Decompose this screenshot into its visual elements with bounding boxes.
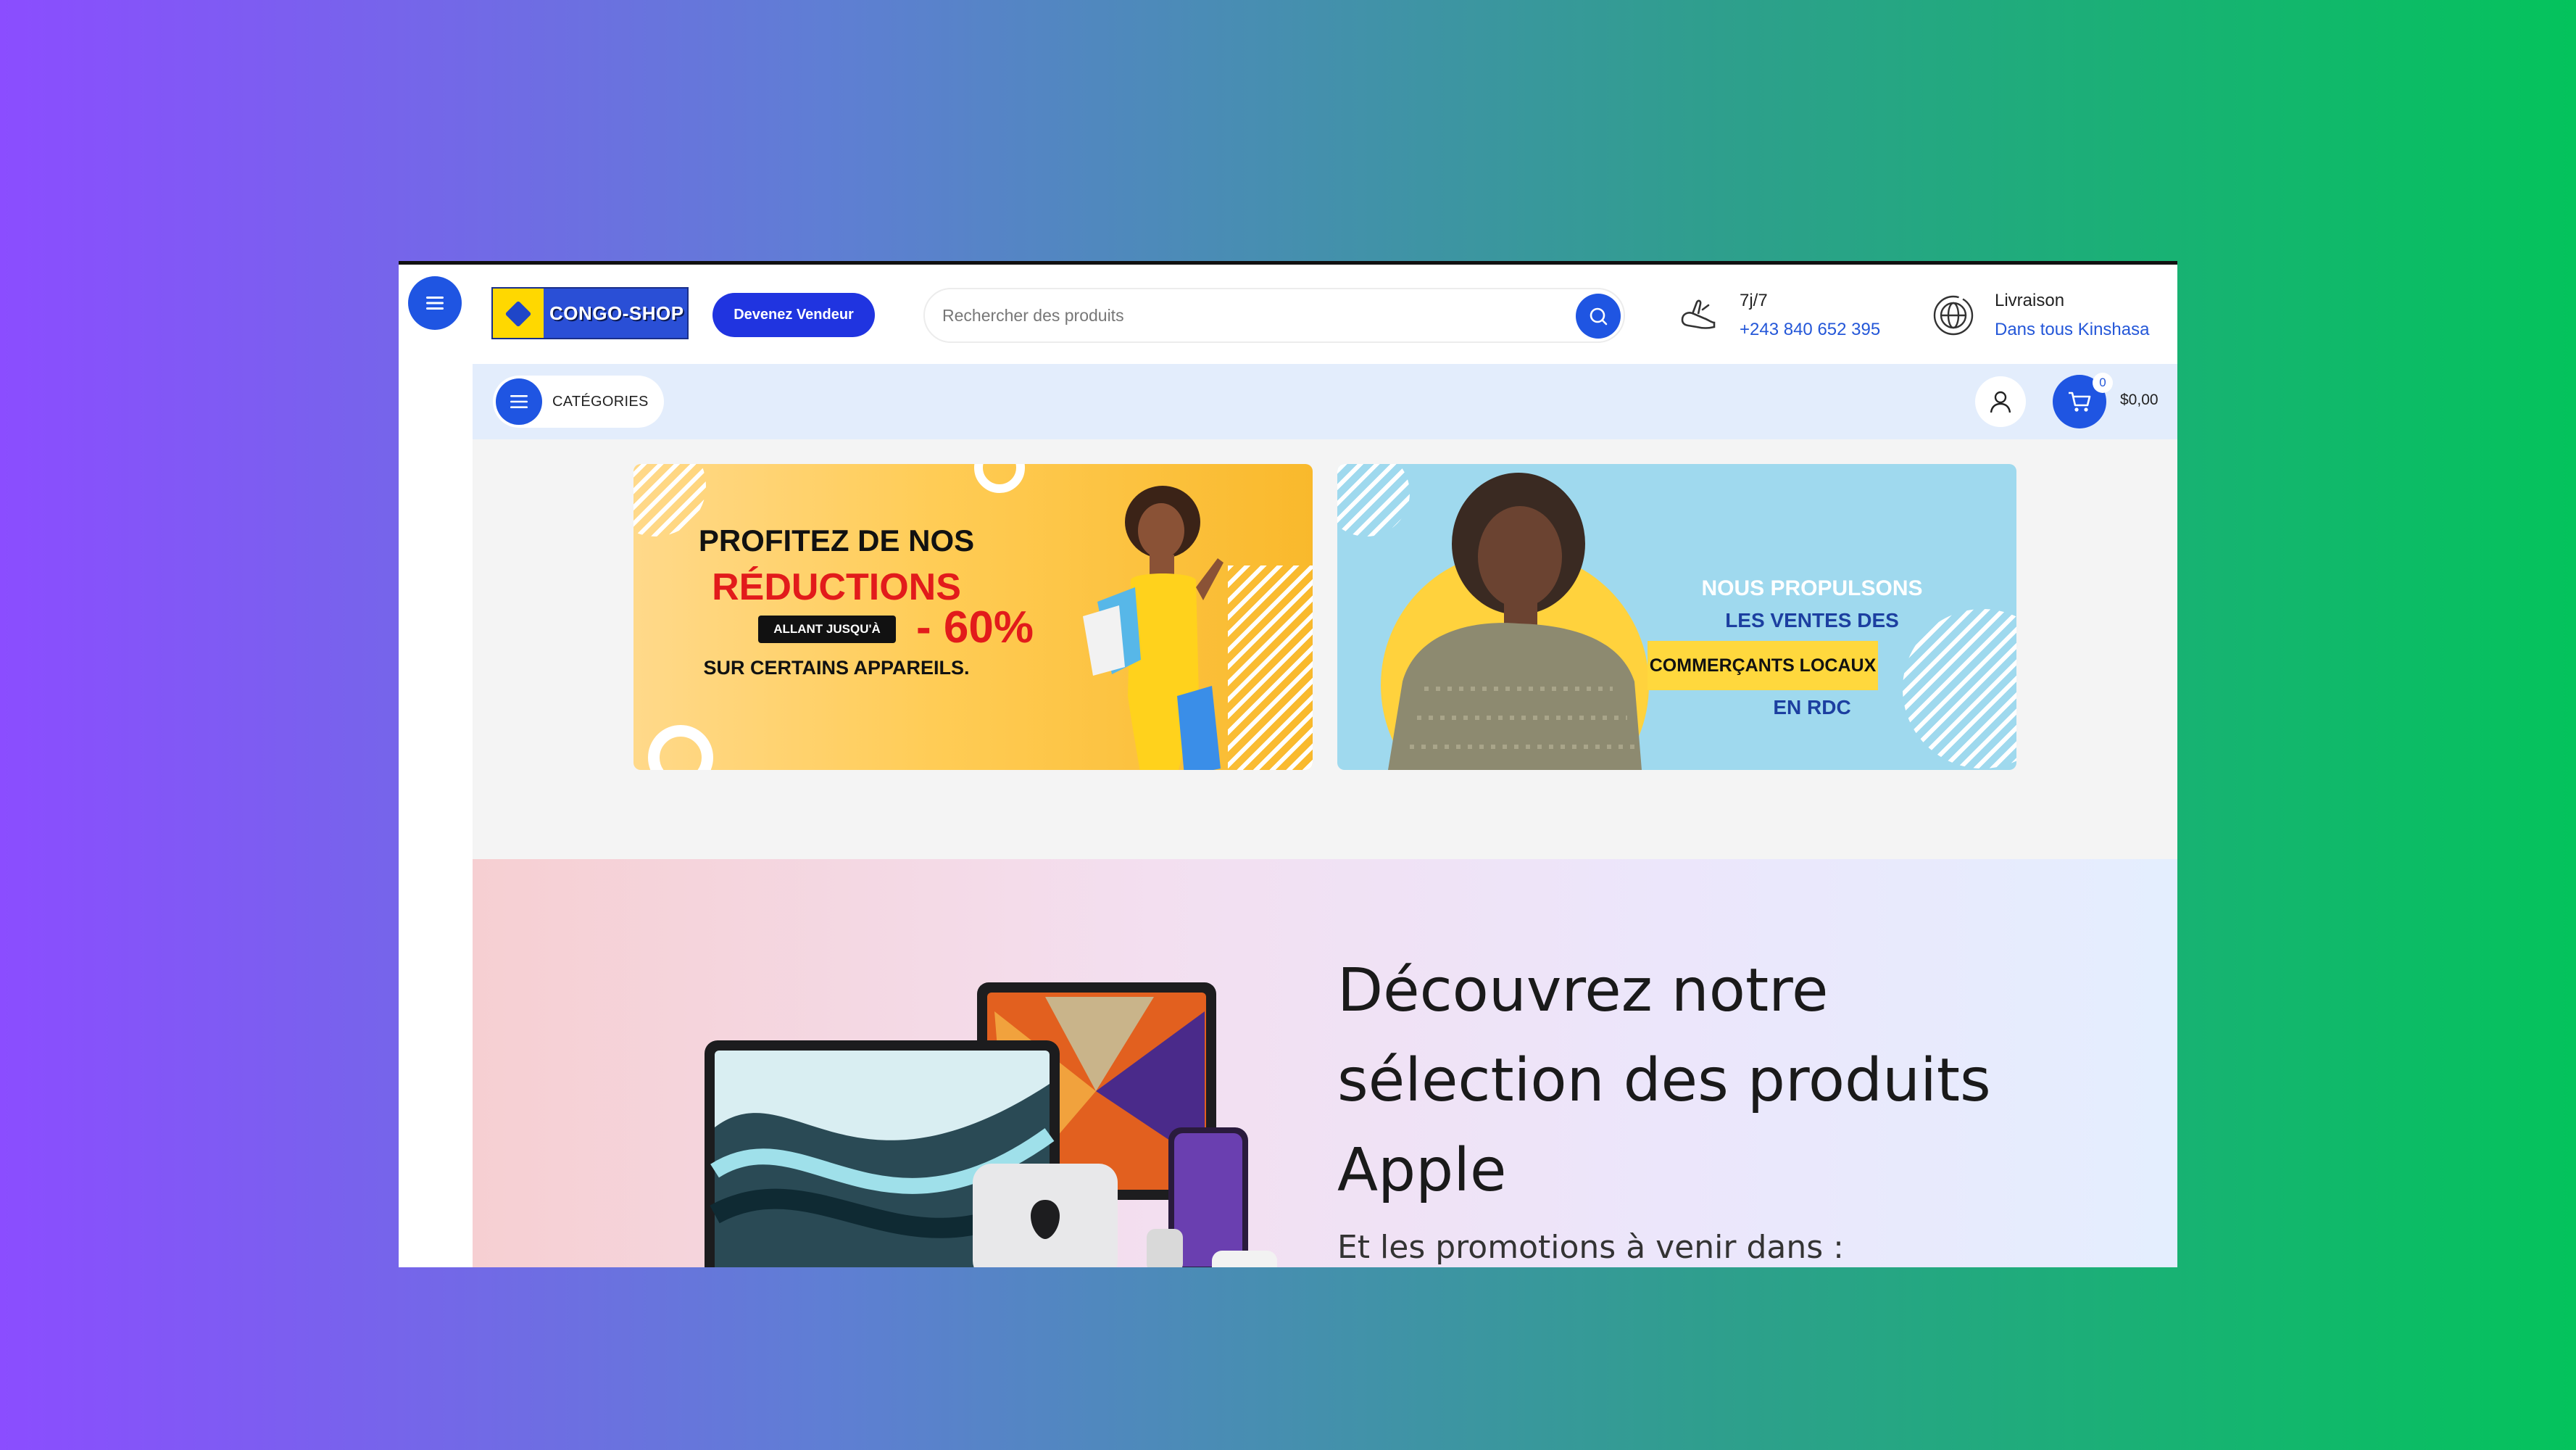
decor-stripes bbox=[1903, 609, 2016, 768]
search-icon bbox=[1590, 307, 1608, 326]
apple-promo-subheading: Et les promotions à venir dans : bbox=[1337, 1229, 1844, 1266]
cart-count-badge: 0 bbox=[2093, 373, 2113, 393]
categories-label: CATÉGORIES bbox=[552, 393, 649, 410]
search-bar bbox=[923, 288, 1625, 343]
banner1-line4: SUR CERTAINS APPAREILS. bbox=[703, 657, 970, 679]
globe-icon bbox=[1928, 290, 1979, 341]
delivery-info: Livraison Dans tous Kinshasa bbox=[1928, 286, 2149, 344]
categories-button[interactable]: CATÉGORIES bbox=[493, 376, 664, 428]
side-menu-button[interactable] bbox=[408, 276, 462, 330]
banner1-line1: PROFITEZ DE NOS bbox=[698, 523, 975, 558]
banner1-percent: - 60% bbox=[916, 602, 1034, 652]
local-merchants-banner[interactable]: NOUS PROPULSONS LES VENTES DES COMMERÇAN… bbox=[1337, 464, 2016, 770]
merchant-woman-image bbox=[1388, 473, 1642, 770]
main-content: CONGO-SHOP Devenez Vendeur Rechercher de… bbox=[473, 265, 2177, 1267]
top-header: CONGO-SHOP Devenez Vendeur Rechercher de… bbox=[473, 265, 2177, 364]
categories-menu-icon bbox=[496, 378, 542, 425]
decor-ring bbox=[974, 464, 1025, 493]
menu-icon bbox=[426, 297, 444, 310]
delivery-area-link[interactable]: Dans tous Kinshasa bbox=[1995, 315, 2149, 344]
delivery-title: Livraison bbox=[1995, 291, 2065, 310]
account-button[interactable] bbox=[1975, 376, 2026, 427]
discount-banner[interactable]: PROFITEZ DE NOS RÉDUCTIONS ALLANT JUSQU'… bbox=[633, 464, 1313, 770]
become-vendor-button[interactable]: Devenez Vendeur bbox=[712, 293, 875, 337]
browser-frame: CONGO-SHOP Devenez Vendeur Rechercher de… bbox=[399, 261, 2177, 1267]
category-navbar: CATÉGORIES 0 $0,00 bbox=[473, 364, 2177, 439]
site-logo[interactable]: CONGO-SHOP bbox=[491, 287, 689, 339]
logo-tag-icon bbox=[493, 289, 544, 338]
apple-devices-image bbox=[705, 982, 1277, 1267]
side-rail bbox=[399, 265, 473, 1267]
logo-text: CONGO-SHOP bbox=[549, 302, 684, 324]
banner2-line1: NOUS PROPULSONS bbox=[1701, 576, 1923, 600]
banner2-line3: COMMERÇANTS LOCAUX bbox=[1648, 641, 1878, 690]
apple-promo-heading: Découvrez notre sélection des produits A… bbox=[1337, 956, 1991, 1205]
support-phone-link[interactable]: +243 840 652 395 bbox=[1740, 315, 1880, 344]
cart-icon bbox=[2069, 392, 2091, 412]
search-input[interactable] bbox=[942, 289, 1537, 341]
apple-promo-section: Découvrez notre sélection des produits A… bbox=[473, 859, 2177, 1267]
support-hours: 7j/7 bbox=[1740, 291, 1768, 310]
support-info: 7j/7 +243 840 652 395 bbox=[1673, 286, 1880, 344]
phone-icon bbox=[1673, 290, 1724, 341]
user-icon bbox=[1990, 391, 2011, 413]
shopping-woman-image bbox=[1083, 486, 1223, 770]
decor-ring bbox=[648, 725, 713, 770]
search-button[interactable] bbox=[1576, 294, 1621, 339]
banner1-tag: ALLANT JUSQU'À bbox=[758, 616, 896, 643]
cart-total: $0,00 bbox=[2120, 392, 2159, 408]
banner2-line2: LES VENTES DES bbox=[1725, 609, 1899, 631]
banner2-line4: EN RDC bbox=[1773, 696, 1851, 718]
